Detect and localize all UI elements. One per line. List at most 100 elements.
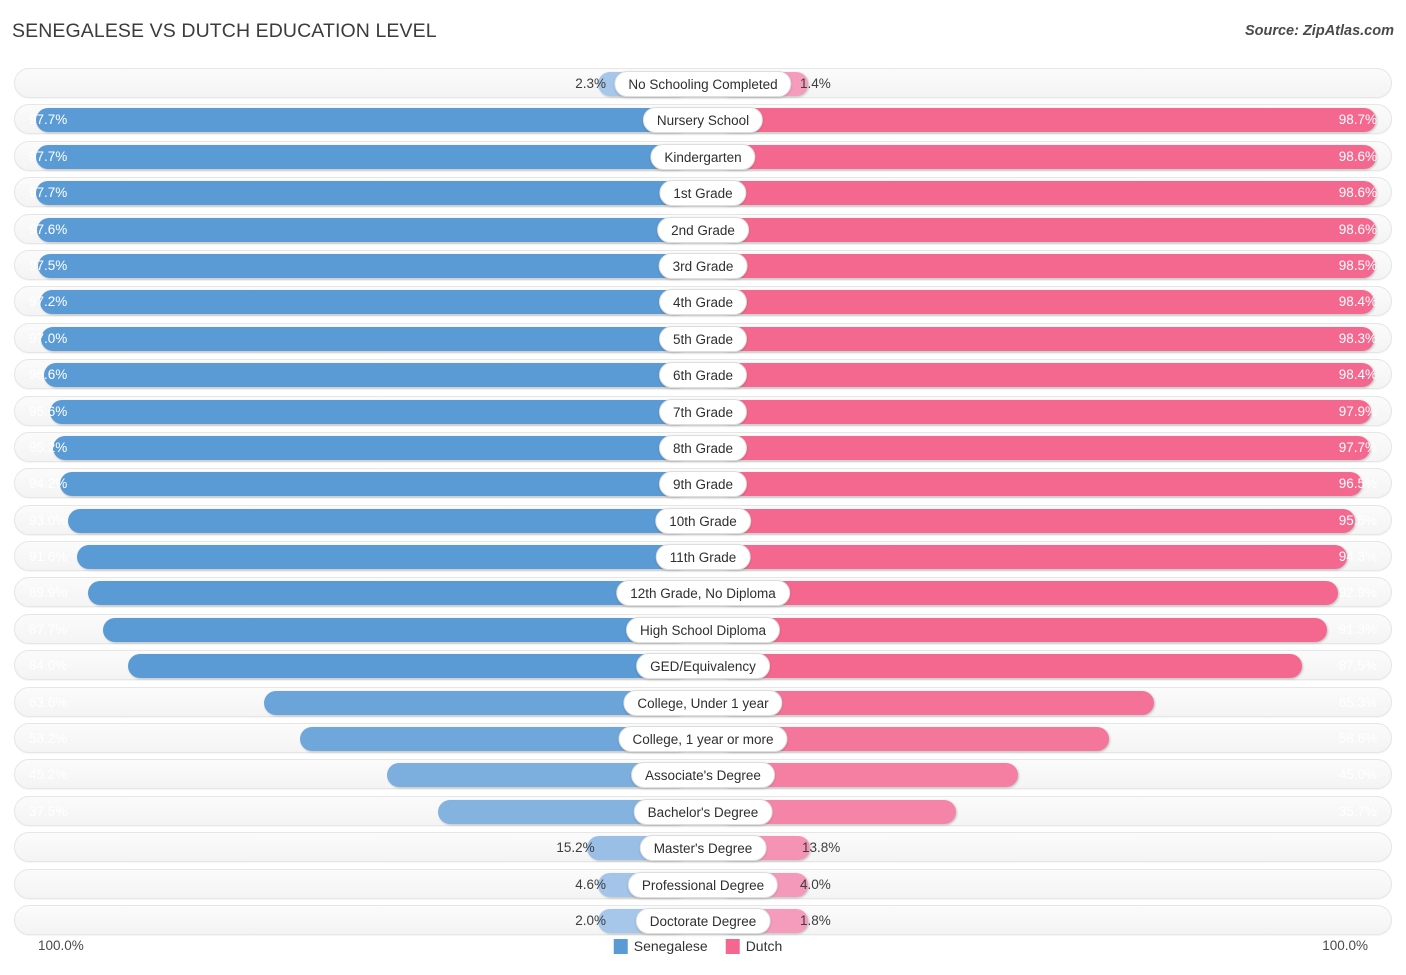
value-label-senegalese: 63.6% [29, 694, 68, 710]
bar-row: 94.2% 96.5% 9th Grade [0, 468, 1406, 499]
bar-senegalese [88, 581, 688, 606]
value-label-senegalese: 96.6% [29, 367, 68, 383]
bar-rows-container: 2.3% 1.4% No Schooling Completed 97.7% 98.7%… [0, 68, 1406, 941]
category-label: 6th Grade [658, 362, 748, 389]
value-label-senegalese: 97.5% [29, 257, 68, 273]
bar-senegalese [127, 654, 688, 679]
category-label: 1st Grade [659, 180, 747, 207]
category-label: 11th Grade [655, 544, 751, 571]
row-track: 45.2% 45.0% Associate's Degree [14, 759, 1392, 790]
row-track: 97.5% 98.5% 3rd Grade [14, 249, 1392, 280]
bar-row: 97.7% 98.7% Nursery School [0, 104, 1406, 135]
bar-dutch [718, 508, 1355, 533]
bar-row: 45.2% 45.0% Associate's Degree [0, 759, 1406, 790]
axis-max-right: 100.0% [1322, 938, 1368, 953]
legend-swatch [613, 938, 628, 954]
category-label: High School Diploma [625, 616, 781, 643]
value-label-senegalese: 97.7% [29, 112, 68, 128]
value-label-senegalese: 94.2% [29, 476, 68, 492]
value-label-dutch: 98.4% [1338, 294, 1377, 310]
value-label-dutch: 98.7% [1338, 112, 1377, 128]
row-track: 96.6% 98.4% 6th Grade [14, 359, 1392, 390]
value-label-dutch: 97.9% [1338, 403, 1377, 419]
bar-row: 95.6% 97.9% 7th Grade [0, 395, 1406, 426]
category-label: 4th Grade [658, 289, 748, 316]
row-track: 97.0% 98.3% 5th Grade [14, 322, 1392, 353]
source-attribution: Source: ZipAtlas.com [1244, 23, 1394, 39]
category-label: 10th Grade [655, 507, 751, 534]
value-label-senegalese: 2.3% [575, 76, 606, 91]
value-label-dutch: 91.3% [1338, 621, 1377, 637]
bar-dutch [718, 326, 1374, 351]
bar-dutch [718, 545, 1347, 570]
chart-legend: Senegalese Dutch [613, 938, 793, 954]
category-label: 3rd Grade [658, 252, 748, 279]
bar-dutch [718, 290, 1375, 315]
row-track: 2.0% 1.8% Doctorate Degree [14, 904, 1392, 935]
row-track: 15.2% 13.8% Master's Degree [14, 832, 1392, 863]
bar-senegalese [43, 363, 688, 388]
bar-senegalese [50, 399, 688, 424]
value-label-dutch: 95.5% [1338, 512, 1377, 528]
bar-row: 63.6% 65.3% College, Under 1 year [0, 686, 1406, 717]
bar-row: 97.7% 98.6% Kindergarten [0, 140, 1406, 171]
bar-row: 89.9% 92.9% 12th Grade, No Diploma [0, 577, 1406, 608]
category-label: 12th Grade, No Diploma [616, 580, 790, 607]
value-label-dutch: 45.0% [1338, 767, 1377, 783]
axis-max-left: 100.0% [38, 938, 84, 953]
bar-row: 2.0% 1.8% Doctorate Degree [0, 904, 1406, 935]
legend-item: Dutch [725, 938, 782, 954]
value-label-dutch: 97.7% [1338, 439, 1377, 455]
category-label: 8th Grade [658, 434, 748, 461]
row-track: 84.0% 87.5% GED/Equivalency [14, 650, 1392, 681]
row-track: 95.6% 97.9% 7th Grade [14, 395, 1392, 426]
bar-row: 95.2% 97.7% 8th Grade [0, 431, 1406, 462]
value-label-senegalese: 37.5% [29, 803, 68, 819]
bar-dutch [718, 253, 1375, 278]
bar-row: 2.3% 1.4% No Schooling Completed [0, 68, 1406, 98]
bar-row: 4.6% 4.0% Professional Degree [0, 868, 1406, 899]
bar-row: 97.6% 98.6% 2nd Grade [0, 213, 1406, 244]
value-label-dutch: 98.6% [1338, 185, 1377, 201]
value-label-senegalese: 97.0% [29, 330, 68, 346]
row-track: 97.2% 98.4% 4th Grade [14, 286, 1392, 317]
category-label: Kindergarten [650, 143, 756, 170]
row-track: 97.7% 98.6% Kindergarten [14, 140, 1392, 171]
row-track: 89.9% 92.9% 12th Grade, No Diploma [14, 577, 1392, 608]
value-label-senegalese: 97.2% [29, 294, 68, 310]
row-track: 87.7% 91.3% High School Diploma [14, 613, 1392, 644]
category-label: Nursery School [642, 107, 764, 134]
bar-dutch [718, 108, 1377, 133]
legend-item: Senegalese [613, 938, 708, 954]
bar-dutch [718, 181, 1376, 206]
bar-dutch [718, 144, 1376, 169]
bar-dutch [718, 363, 1375, 388]
page-title: SENEGALESE VS DUTCH EDUCATION LEVEL [12, 20, 437, 42]
row-track: 95.2% 97.7% 8th Grade [14, 431, 1392, 462]
bar-dutch [718, 690, 1154, 715]
bar-dutch [718, 654, 1302, 679]
row-track: 97.7% 98.7% Nursery School [14, 104, 1392, 135]
value-label-dutch: 58.6% [1338, 731, 1377, 747]
value-label-senegalese: 87.7% [29, 621, 68, 637]
bar-senegalese [41, 326, 688, 351]
value-label-senegalese: 93.0% [29, 512, 68, 528]
bar-senegalese [103, 617, 688, 642]
category-label: 7th Grade [658, 398, 748, 425]
value-label-dutch: 98.5% [1338, 257, 1377, 273]
row-track: 58.2% 58.6% College, 1 year or more [14, 723, 1392, 754]
category-label: Master's Degree [639, 835, 767, 862]
bar-senegalese [36, 181, 688, 206]
value-label-senegalese: 97.7% [29, 148, 68, 164]
bar-row: 97.7% 98.6% 1st Grade [0, 177, 1406, 208]
value-label-dutch: 98.6% [1338, 148, 1377, 164]
bar-senegalese [53, 435, 688, 460]
bar-senegalese [37, 217, 688, 242]
bar-dutch [718, 472, 1362, 497]
bar-row: 93.0% 95.5% 10th Grade [0, 504, 1406, 535]
legend-label: Senegalese [633, 938, 708, 954]
row-track: 97.6% 98.6% 2nd Grade [14, 213, 1392, 244]
row-track: 97.7% 98.6% 1st Grade [14, 177, 1392, 208]
value-label-senegalese: 95.2% [29, 439, 68, 455]
bar-row: 37.5% 35.7% Bachelor's Degree [0, 795, 1406, 826]
